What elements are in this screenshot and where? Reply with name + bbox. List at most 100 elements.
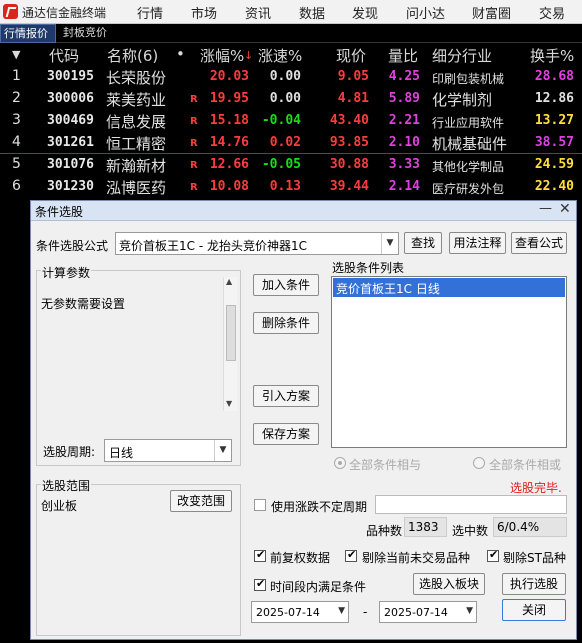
sort-down-icon: ↓ [244,49,254,62]
minimize-icon[interactable]: — [539,201,552,216]
period-checkbox[interactable] [254,499,266,511]
menu-data[interactable]: 数据 [299,3,325,22]
volume-ratio: 2.21 [388,113,420,128]
hit-label: 选中数 [452,524,489,538]
stock-code: 301261 [47,135,94,150]
close-icon[interactable]: ✕ [559,201,571,217]
table-row[interactable]: 3 300469 信息发展 R 15.18 -0.04 43.40 2.21 行业应用软件 13.… [0,110,582,132]
rz-flag: R [190,138,198,149]
sort-index-icon[interactable]: ▼ [12,48,20,61]
stock-name: 新瀚新材 [106,157,167,175]
table-row[interactable]: 1 300195 长荣股份 20.03 0.00 9.05 4.25 印刷包装机械 28.68 [0,66,582,88]
formula-value: 竞价首板王1C - 龙抬头竞价神器1C [119,239,307,253]
col-industry[interactable]: 细分行业 [432,45,492,66]
col-vol-ratio[interactable]: 量比 [388,45,418,66]
stock-code: 301076 [47,157,94,172]
stock-code: 300006 [47,91,94,106]
import-plan-button[interactable]: 引入方案 [253,385,319,407]
condition-item[interactable]: 竞价首板王1C 日线 [333,278,565,297]
col-code[interactable]: 代码 [49,45,79,66]
scroll-down-icon[interactable]: ▼ [226,399,232,408]
condition-list[interactable]: 竞价首板王1C 日线 [331,276,567,448]
menu-bar: 通达信金融终端 行情 市场 资讯 数据 发现 问小达 财富圈 交易 [0,0,582,24]
change-pct: 20.03 [209,69,249,84]
col-pct[interactable]: 涨幅% [200,45,244,66]
menu-discover[interactable]: 发现 [352,3,378,22]
exclude-halt-checkbox[interactable] [345,548,357,562]
col-price[interactable]: 现价 [336,45,366,66]
stock-code: 300469 [47,113,94,128]
chevron-down-icon[interactable]: ▼ [214,440,231,461]
menu-trade[interactable]: 交易 [539,3,565,22]
view-formula-button[interactable]: 查看公式 [511,232,567,254]
menu-market[interactable]: 市场 [191,3,217,22]
table-row[interactable]: 2 300006 莱美药业 R 19.95 0.00 4.81 5.89 化学制剂 12.86 [0,88,582,110]
radio-or[interactable] [473,457,485,469]
row-index: 1 [12,68,21,84]
date-to-picker[interactable]: 2025-07-14 ▼ [379,601,477,623]
save-plan-button[interactable]: 保存方案 [253,423,319,445]
menu-news[interactable]: 资讯 [245,3,271,22]
radio-and-label: 全部条件相与 [349,458,422,472]
scroll-up-icon[interactable]: ▲ [226,277,232,286]
scroll-thumb[interactable] [226,305,236,361]
close-button[interactable]: 关闭 [502,599,566,621]
menu-wealth[interactable]: 财富圈 [472,3,511,22]
delete-condition-button[interactable]: 删除条件 [253,312,319,334]
table-row[interactable]: 5 301076 新瀚新材 R 12.66 -0.05 30.88 3.33 其他化学制品 24.… [0,154,582,176]
period-select[interactable]: 日线 ▼ [104,439,232,462]
usage-button[interactable]: 用法注释 [449,232,506,254]
exclude-st-label: 剔除ST品种 [503,551,566,565]
price: 4.81 [337,91,369,106]
col-turnover[interactable]: 换手% [530,45,574,66]
industry: 化学制剂 [432,91,493,109]
exclude-st-checkbox[interactable] [487,548,499,562]
stock-code: 301230 [47,179,94,194]
menu-hq[interactable]: 行情 [137,3,163,22]
chevron-down-icon[interactable]: ▼ [381,233,398,254]
turnover: 24.59 [534,157,574,172]
turnover: 22.40 [534,179,574,194]
to-block-button[interactable]: 选股入板块 [413,573,485,595]
turnover: 38.57 [534,135,574,150]
formula-select[interactable]: 竞价首板王1C - 龙抬头竞价神器1C ▼ [115,232,399,255]
industry: 机械基础件 [432,135,508,153]
count-value: 1383 [404,517,447,537]
params-scrollbar[interactable]: ▲ ▼ [223,277,237,411]
period-label: 选股周期: [43,445,96,459]
volume-ratio: 3.33 [388,157,420,172]
calendar-dropdown-icon[interactable]: ▼ [338,606,345,616]
range-group-label: 选股范围 [41,477,92,494]
radio-and[interactable] [334,457,346,469]
tab-quotes[interactable]: 行情报价 [0,24,56,43]
prefq-label: 前复权数据 [270,551,331,565]
change-range-button[interactable]: 改变范围 [170,490,232,512]
industry: 印刷包装机械 [432,72,505,86]
tab-limit-bid[interactable]: 封板竞价 [60,24,110,43]
rz-flag: R [190,116,198,127]
params-text: 无参数需要设置 [41,297,126,311]
price: 9.05 [337,69,369,84]
volume-ratio: 2.10 [388,135,420,150]
table-header: ▼ 代码 名称(6) • 涨幅% ↓ 涨速% 现价 量比 细分行业 换手% [0,43,582,65]
add-condition-button[interactable]: 加入条件 [253,274,319,296]
col-speed[interactable]: 涨速% [258,45,302,66]
date-to-value: 2025-07-14 [384,606,448,619]
run-screen-button[interactable]: 执行选股 [502,573,566,595]
tab-bar: 行情报价 封板竞价 [0,24,582,43]
table-row[interactable]: 4 301261 恒工精密 R 14.76 0.02 93.85 2.10 机械基础件 38.57 [0,132,582,154]
range-condition-checkbox[interactable] [254,577,266,591]
condition-list-label: 选股条件列表 [332,261,405,275]
table-row[interactable]: 6 301230 泓博医药 R 10.08 0.13 39.44 2.14 医疗研发外包 22.4… [0,176,582,198]
col-dot: • [176,45,185,63]
period-field[interactable] [375,495,567,514]
find-button[interactable]: 查找 [404,232,442,254]
prefq-checkbox[interactable] [254,548,266,562]
date-from-picker[interactable]: 2025-07-14 ▼ [251,601,349,623]
stock-name: 恒工精密 [106,135,167,153]
menu-ask[interactable]: 问小达 [406,3,445,22]
col-name[interactable]: 名称(6) [107,45,158,66]
change-speed: -0.04 [261,113,301,128]
price: 39.44 [329,179,369,194]
calendar-dropdown-icon[interactable]: ▼ [466,606,473,616]
